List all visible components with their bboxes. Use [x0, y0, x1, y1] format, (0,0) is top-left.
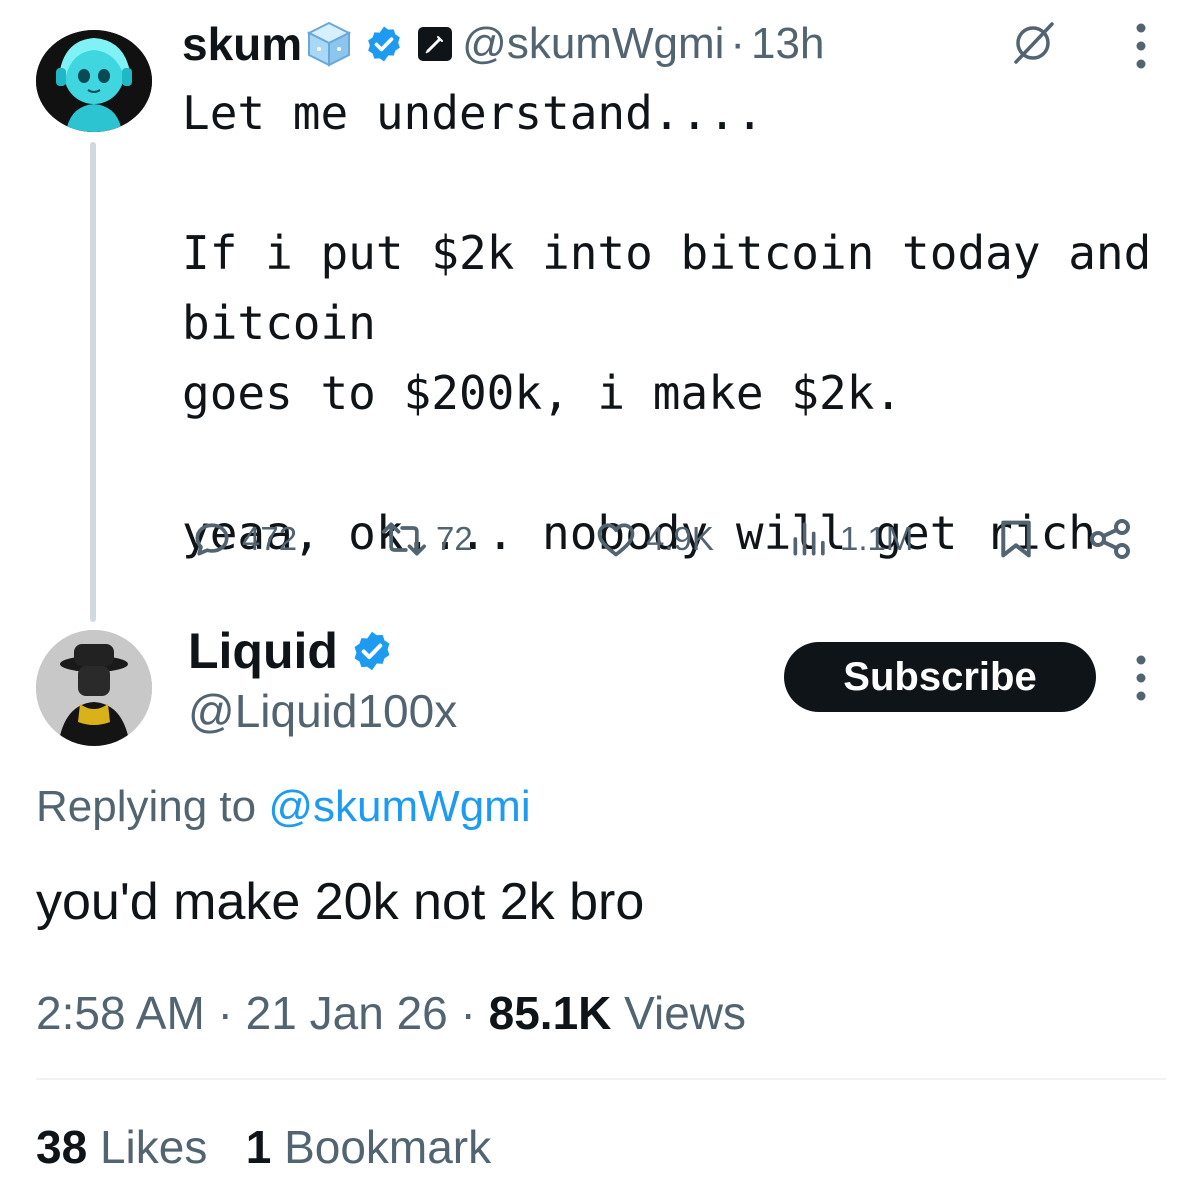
parent-tweet-text: Let me understand.... If i put $2k into … — [182, 86, 1152, 560]
ice-cube-icon — [304, 19, 354, 69]
repost-count: 72 — [436, 520, 473, 557]
bookmarks-stat[interactable]: 1 Bookmark — [246, 1121, 491, 1173]
repost-icon — [382, 522, 426, 556]
reply-action[interactable]: 472 — [190, 510, 297, 568]
replying-prefix: Replying to — [36, 782, 257, 831]
separator-dot: · — [730, 19, 746, 68]
parent-timestamp[interactable]: 13h — [751, 19, 824, 69]
grok-icon[interactable] — [1010, 20, 1056, 66]
parent-handle[interactable]: @skumWgmi — [462, 19, 724, 69]
separator-dot: · — [217, 987, 233, 1039]
replying-to-line: Replying to @skumWgmi — [36, 782, 531, 832]
likes-stat[interactable]: 38 Likes — [36, 1121, 207, 1173]
like-count: 4.9K — [646, 520, 714, 557]
like-action[interactable]: 4.9K — [594, 510, 714, 568]
reply-name-row: Liquid — [188, 622, 394, 680]
divider — [36, 1078, 1166, 1080]
verified-check-icon — [364, 24, 404, 64]
engagement-stats: 38 Likes 1 Bookmark — [36, 1120, 491, 1174]
share-icon — [1090, 519, 1130, 559]
reply-tweet-text: you'd make 20k not 2k bro — [36, 873, 645, 931]
share-action[interactable] — [1086, 510, 1134, 568]
avatar-liquid[interactable] — [36, 630, 152, 746]
parent-display-name[interactable]: skum — [182, 17, 302, 71]
reply-bubble-icon — [195, 523, 229, 556]
views-action[interactable]: 1.1M — [788, 510, 913, 568]
heart-icon — [597, 523, 635, 557]
parent-action-bar: 472 72 4.9K 1.1M — [182, 510, 1162, 568]
reply-count: 472 — [242, 520, 298, 557]
views-count-parent: 1.1M — [840, 520, 914, 557]
likes-label: Likes — [99, 1121, 208, 1173]
reply-meta-line: 2:58 AM · 21 Jan 26 · 85.1K Views — [36, 986, 746, 1040]
reply-date[interactable]: 21 Jan 26 — [246, 987, 448, 1039]
verified-check-icon — [350, 629, 394, 673]
avatar-skum[interactable] — [36, 30, 152, 132]
repost-action[interactable]: 72 — [380, 510, 473, 568]
reply-time[interactable]: 2:58 AM — [36, 987, 205, 1039]
bookmarks-label: Bookmark — [284, 1121, 492, 1173]
reply-handle[interactable]: @Liquid100x — [188, 684, 457, 738]
replying-mention-link[interactable]: @skumWgmi — [268, 782, 530, 831]
subscribe-button[interactable]: Subscribe — [784, 642, 1096, 712]
separator-dot: · — [460, 987, 476, 1039]
affiliate-syringe-icon[interactable] — [418, 27, 453, 61]
bookmarks-count: 1 — [245, 1121, 272, 1173]
reply-display-name[interactable]: Liquid — [188, 622, 338, 680]
likes-count: 38 — [36, 1121, 88, 1173]
bookmark-icon — [1001, 520, 1031, 558]
reply-views-label: Views — [624, 987, 747, 1039]
thread-line — [90, 142, 96, 622]
more-vertical-icon[interactable] — [1126, 650, 1156, 706]
analytics-bars-icon — [793, 522, 825, 556]
parent-tweet-header: skum @skumWgmi · 13h — [182, 14, 824, 74]
more-vertical-icon[interactable] — [1126, 18, 1156, 74]
reply-views-count: 85.1K — [488, 987, 612, 1039]
bookmark-action[interactable] — [996, 510, 1036, 568]
